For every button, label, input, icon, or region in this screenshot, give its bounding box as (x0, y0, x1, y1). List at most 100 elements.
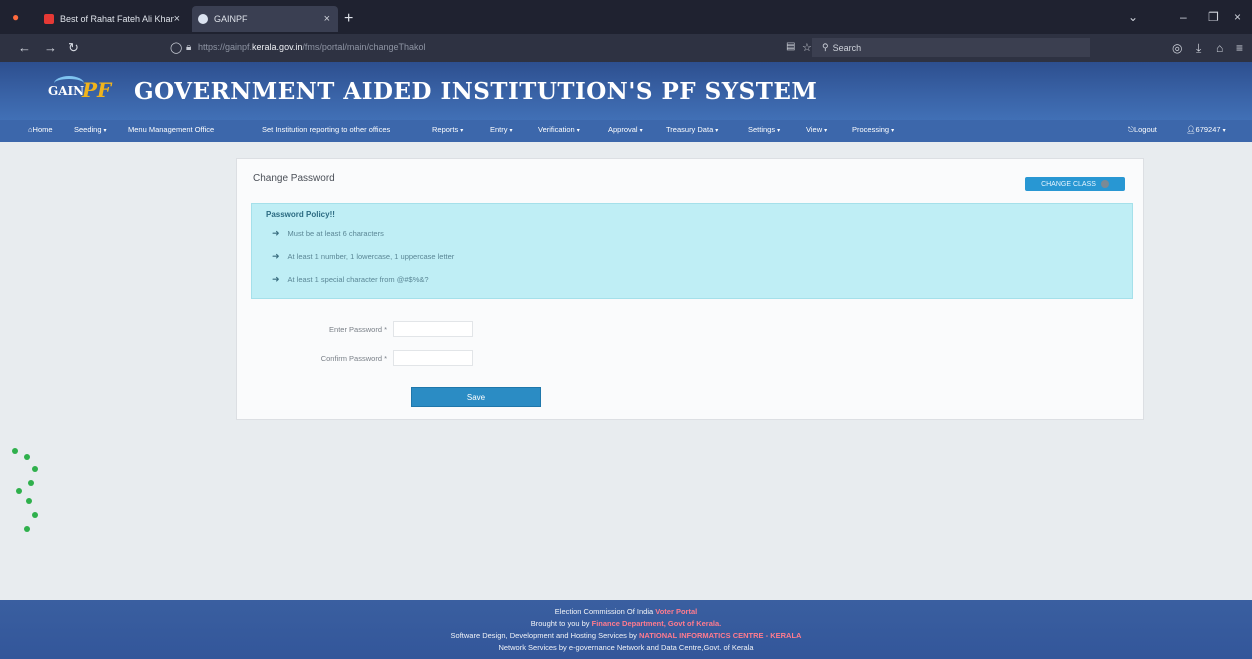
back-icon[interactable]: ← (18, 40, 31, 55)
minimize-icon[interactable]: – (1180, 10, 1187, 24)
policy-item: ➜ Must be at least 6 characters (272, 228, 384, 239)
youtube-icon (44, 14, 54, 24)
caret-down-icon: ▾ (777, 128, 781, 134)
menu-seeding[interactable]: Seeding ▾ (74, 125, 107, 134)
enter-password-label: Enter Password * (329, 325, 387, 334)
star-icon[interactable]: ☆ (802, 41, 812, 54)
enter-password-field[interactable] (393, 321, 473, 337)
caret-down-icon: ▾ (639, 128, 643, 134)
menu-user[interactable]: 👤︎679247 ▾ (1186, 125, 1226, 134)
logo-pf-text: PF (82, 78, 112, 102)
policy-title: Password Policy!! (266, 210, 335, 219)
logo-gain-text: GAIN (48, 84, 85, 98)
menu-user-label: 679247 (1195, 125, 1221, 134)
page-title: Change Password (253, 173, 335, 184)
menu-processing[interactable]: Processing ▾ (852, 125, 894, 134)
dot (26, 498, 32, 504)
search-placeholder: Search (832, 42, 862, 53)
caret-down-icon: ▾ (509, 128, 513, 134)
new-tab-button[interactable]: + (344, 11, 353, 27)
tab-music[interactable]: Best of Rahat Fateh Ali Khan So × (38, 6, 188, 32)
menu-verification[interactable]: Verification ▾ (538, 125, 580, 134)
policy-item-text: At least 1 special character from @#$%&? (287, 275, 429, 284)
footer-line-2: Brought to you by Finance Department, Go… (0, 619, 1252, 628)
pocket-icon[interactable]: ◎ (1172, 41, 1182, 55)
caret-down-icon: ▾ (460, 128, 464, 134)
menu-home-label: Home (32, 125, 53, 134)
menu-entry[interactable]: Entry ▾ (490, 125, 513, 134)
close-icon[interactable]: × (324, 13, 330, 25)
menu-view[interactable]: View ▾ (806, 125, 827, 134)
url-domain: kerala.gov.in (252, 42, 303, 52)
menu-treasury-data[interactable]: Treasury Data ▾ (666, 125, 718, 134)
footer: Election Commission Of India Voter Porta… (0, 600, 1252, 659)
browser-menu-icon[interactable]: ● (12, 10, 19, 24)
menu-entry-label: Entry (490, 125, 508, 134)
arrow-right-icon: ➜ (272, 251, 280, 261)
caret-down-icon: ▾ (891, 128, 895, 134)
menu-management-office-label: Menu Management Office (128, 125, 215, 134)
url-bar[interactable]: ◯ 🔒︎ https://gainpf. kerala.gov.in/fms/po… (160, 37, 800, 57)
menu-set-institution[interactable]: Set Institution reporting to other offic… (262, 125, 390, 134)
search-input[interactable]: ⚲ Search (812, 38, 1090, 57)
menu-icon[interactable]: ≡ (1236, 41, 1243, 55)
site-icon (198, 14, 208, 24)
gainpf-logo[interactable]: GAIN PF (44, 76, 114, 104)
menu-home[interactable]: ⌂Home (28, 125, 53, 134)
save-button[interactable]: Save (411, 387, 541, 407)
menu-management-office[interactable]: Menu Management Office (128, 125, 214, 134)
forward-icon[interactable]: → (44, 40, 57, 55)
shield-icon: ◯ (170, 41, 183, 54)
arrow-right-icon: ➜ (272, 274, 280, 284)
footer-line-4: Network Services by e-governance Network… (498, 643, 754, 652)
close-icon[interactable]: × (174, 13, 180, 25)
dot (24, 526, 30, 532)
menu-logout-label: Logout (1133, 125, 1157, 134)
search-icon: ⚲ (822, 42, 829, 52)
menu-approval[interactable]: Approval ▾ (608, 125, 643, 134)
dot (16, 488, 22, 494)
footer-line-1-text: Election Commission Of India (554, 607, 656, 616)
browser-tab-bar: ● Best of Rahat Fateh Ali Khan So × GAIN… (0, 0, 1252, 34)
reader-icon[interactable]: ▤ (786, 41, 795, 52)
menu-logout[interactable]: ⎋Logout (1128, 125, 1157, 135)
main-menu: ⌂Home Seeding ▾ Menu Management Office Se… (0, 120, 1252, 142)
menu-processing-label: Processing (852, 125, 890, 134)
policy-item-text: At least 1 number, 1 lowercase, 1 upperc… (287, 252, 455, 261)
loading-dots (10, 440, 50, 540)
restore-icon[interactable]: ❐ (1208, 10, 1219, 24)
caret-down-icon: ▾ (715, 128, 719, 134)
change-class-label: CHANGE CLASS (1041, 180, 1096, 188)
close-window-icon[interactable]: × (1234, 10, 1241, 24)
menu-reports-label: Reports (432, 125, 459, 134)
confirm-password-label: Confirm Password * (320, 354, 387, 363)
settings-icon (1100, 180, 1109, 188)
confirm-password-field[interactable] (393, 350, 473, 366)
chevron-down-icon[interactable]: ⌄ (1128, 10, 1138, 24)
user-icon: 👤︎ (1186, 125, 1196, 134)
menu-reports[interactable]: Reports ▾ (432, 125, 463, 134)
finance-department-link[interactable]: Finance Department, Govt of Kerala. (592, 619, 722, 628)
caret-down-icon: ▾ (103, 128, 107, 134)
menu-approval-label: Approval (608, 125, 638, 134)
menu-settings[interactable]: Settings ▾ (748, 125, 780, 134)
nic-kerala-link[interactable]: NATIONAL INFORMATICS CENTRE - KERALA (639, 631, 802, 640)
tab-gainpf-title: GAINPF (214, 14, 248, 24)
caret-down-icon: ▾ (1222, 128, 1226, 134)
menu-verification-label: Verification (538, 125, 575, 134)
reload-icon[interactable]: ↻ (68, 40, 79, 56)
change-class-button[interactable]: CHANGE CLASS (1025, 177, 1125, 191)
footer-line-3-text: Software Design, Development and Hosting… (450, 631, 639, 640)
menu-set-institution-label: Set Institution reporting to other offic… (262, 125, 391, 134)
lock-icon: 🔒︎ (186, 41, 192, 53)
url-path: /fms/portal/main/changeThakol (302, 42, 426, 52)
tab-gainpf[interactable]: GAINPF × (192, 6, 338, 32)
password-policy-box: Password Policy!! ➜ Must be at least 6 ch… (251, 203, 1133, 299)
footer-line-2-text: Brought to you by (530, 619, 592, 628)
system-title: GOVERNMENT AIDED INSTITUTION'S PF SYSTEM (134, 78, 818, 105)
dot (32, 466, 38, 472)
caret-down-icon: ▾ (576, 128, 580, 134)
home-icon[interactable]: ⌂ (1216, 41, 1223, 55)
voter-portal-link[interactable]: Voter Portal (655, 607, 697, 616)
download-icon[interactable]: ⤓ (1196, 41, 1201, 56)
